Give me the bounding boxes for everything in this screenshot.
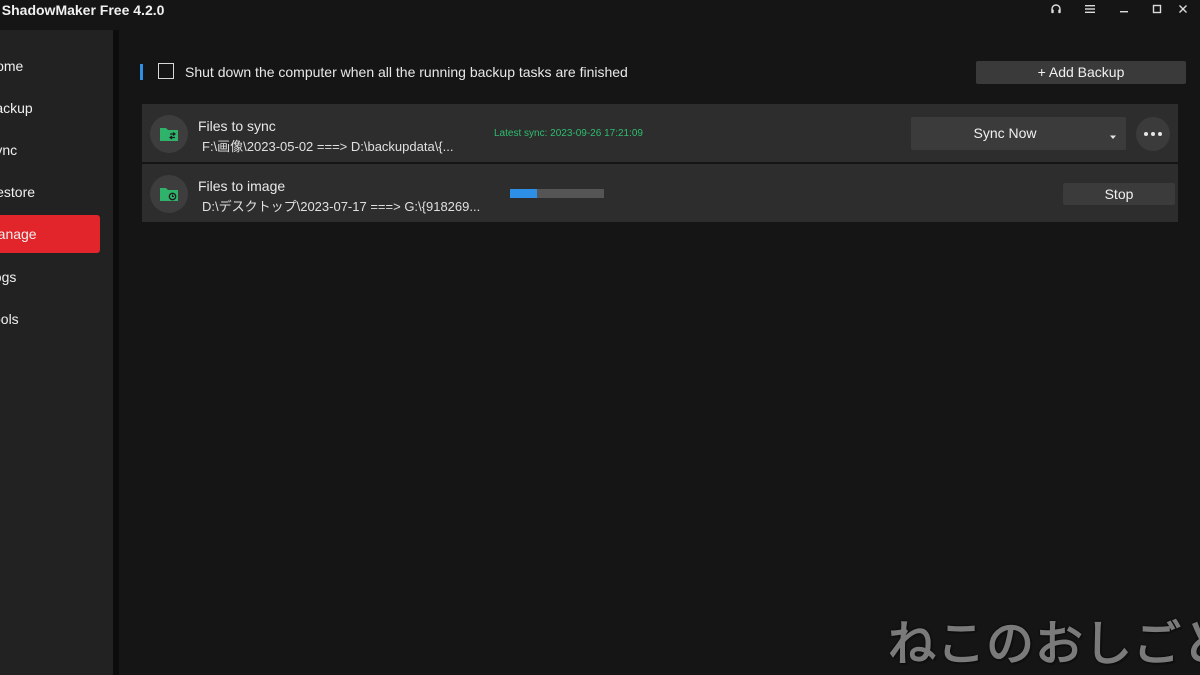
shutdown-checkbox[interactable] — [158, 63, 174, 79]
sidebar-item-label: Manage — [0, 226, 37, 242]
sidebar-item-manage[interactable]: Manage — [0, 215, 100, 253]
task-path: D:\デスクトップ\2023-07-17 ===> G:\{918269... — [202, 199, 481, 214]
backup-progress-fill — [510, 189, 538, 198]
close-icon[interactable] — [1166, 0, 1200, 18]
sidebar-item-backup[interactable]: Backup — [0, 89, 100, 127]
sidebar-item-home[interactable]: Home — [0, 47, 100, 85]
sidebar-item-label: Backup — [0, 100, 33, 116]
sidebar-item-label: Restore — [0, 184, 36, 200]
sidebar-item-label: Logs — [0, 269, 17, 285]
folder-sync-icon — [150, 115, 188, 153]
task-path: F:\画像\2023-05-02 ===> D:\backupdata\{... — [202, 139, 454, 154]
more-options-icon[interactable] — [1136, 117, 1170, 151]
sidebar: Home Backup Sync Restore Manage Logs Too… — [0, 30, 113, 675]
sync-now-label: Sync Now — [973, 125, 1037, 141]
task-name: Files to image — [198, 178, 286, 194]
sidebar-item-sync[interactable]: Sync — [0, 131, 100, 169]
stop-button[interactable]: Stop — [1063, 183, 1175, 205]
caret-down-icon[interactable] — [1109, 128, 1117, 144]
title-bar: l ShadowMaker Free 4.2.0 — [0, 0, 1200, 30]
sidebar-item-label: Home — [0, 58, 24, 74]
sidebar-item-restore[interactable]: Restore — [0, 173, 100, 211]
sync-now-button[interactable]: Sync Now — [911, 117, 1126, 150]
sidebar-item-logs[interactable]: Logs — [0, 258, 100, 296]
task-name: Files to sync — [198, 118, 276, 134]
add-backup-button[interactable]: + Add Backup — [976, 61, 1186, 84]
backup-progress-bar — [510, 189, 604, 198]
manage-panel: Shut down the computer when all the runn… — [119, 30, 1200, 675]
shutdown-checkbox-label[interactable]: Shut down the computer when all the runn… — [185, 64, 628, 80]
app-window: l ShadowMaker Free 4.2.0 ome ckup nc est… — [0, 0, 1200, 675]
task-row: Files to image D:\デスクトップ\2023-07-17 ===>… — [142, 164, 1178, 222]
accent-bar — [140, 64, 143, 80]
sidebar-item-tools[interactable]: Tools — [0, 300, 100, 338]
latest-sync-status: Latest sync: 2023-09-26 17:21:09 — [494, 128, 643, 139]
minimize-icon[interactable] — [1107, 0, 1141, 18]
watermark-text: ねこのおしごと — [888, 616, 1200, 672]
task-row: Files to sync F:\画像\2023-05-02 ===> D:\b… — [142, 104, 1178, 162]
sidebar-item-label: Sync — [0, 142, 18, 158]
sidebar-item-label: Tools — [0, 311, 19, 327]
folder-image-icon — [150, 175, 188, 213]
menu-icon[interactable] — [1073, 0, 1107, 18]
headset-icon[interactable] — [1039, 0, 1073, 18]
app-title: l ShadowMaker Free 4.2.0 — [0, 2, 165, 18]
